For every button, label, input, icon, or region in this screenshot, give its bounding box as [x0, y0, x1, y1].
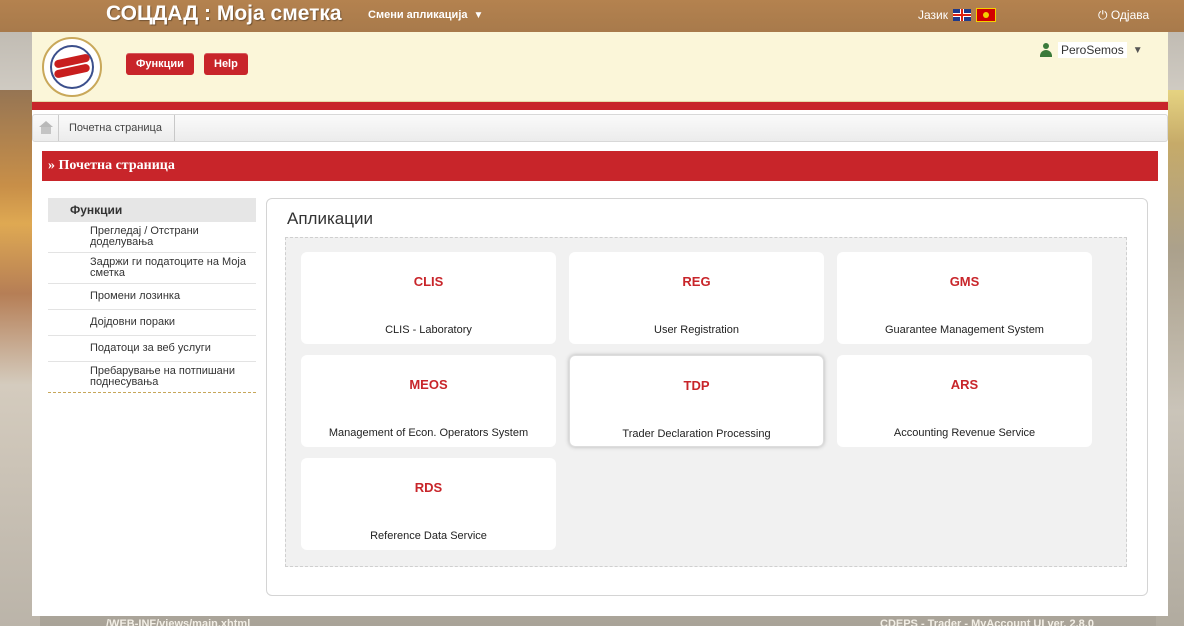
footer-view-path: /WEB-INF/views/main.xhtml: [106, 618, 251, 626]
logout-label: Одјава: [1110, 8, 1150, 22]
app-code: MEOS: [409, 377, 448, 392]
app-name: User Registration: [654, 324, 739, 336]
functions-button[interactable]: Функции: [126, 53, 194, 75]
applications-grid: CLIS CLIS - Laboratory REG User Registra…: [285, 237, 1127, 567]
sidebar-item-change-password[interactable]: Промени лозинка: [48, 284, 256, 310]
uk-flag-icon[interactable]: [953, 9, 971, 21]
app-code: CLIS: [413, 274, 444, 289]
caret-down-icon: ▼: [473, 10, 484, 21]
help-button[interactable]: Help: [204, 53, 248, 75]
page-title: » Почетна страница: [42, 151, 1158, 181]
app-card-rds[interactable]: RDS Reference Data Service: [301, 458, 556, 550]
header-panel: Функции Help PeroSemos ▼: [32, 32, 1168, 102]
app-card-meos[interactable]: MEOS Management of Econ. Operators Syste…: [301, 355, 556, 447]
macedonia-flag-icon[interactable]: [976, 8, 996, 22]
app-name: Trader Declaration Processing: [622, 428, 771, 440]
app-card-clis[interactable]: CLIS CLIS - Laboratory: [301, 252, 556, 344]
app-title: СОЦДАД : Моја сметка: [106, 2, 342, 25]
functions-sidebar: Функции Прегледај / Отстрани доделувања …: [48, 198, 256, 393]
sidebar-item-view-remove-assignments[interactable]: Прегледај / Отстрани доделувања: [48, 222, 256, 253]
switch-application-menu[interactable]: Смени апликација ▼: [368, 9, 483, 21]
app-card-tdp[interactable]: TDP Trader Declaration Processing: [569, 355, 824, 447]
main-content: Почетна страница » Почетна страница Функ…: [32, 110, 1168, 616]
sidebar-item-keep-account-data[interactable]: Задржи ги податоците на Моја сметка: [48, 253, 256, 284]
sidebar-item-inbox[interactable]: Дојдовни пораки: [48, 310, 256, 336]
breadcrumb-item-home[interactable]: Почетна страница: [59, 115, 175, 141]
footer-version: CDEPS - Trader - MyAccount UI ver. 2.8.0: [880, 618, 1094, 626]
app-code: TDP: [683, 378, 710, 393]
sidebar-list: Прегледај / Отстрани доделувања Задржи г…: [48, 222, 256, 393]
caret-down-icon: ▼: [1132, 44, 1143, 56]
user-menu[interactable]: PeroSemos ▼: [1040, 42, 1143, 58]
app-name: CLIS - Laboratory: [385, 324, 472, 336]
sidebar-title: Функции: [48, 198, 256, 222]
applications-title: Апликации: [287, 209, 373, 228]
sidebar-item-web-services[interactable]: Податоци за веб услуги: [48, 336, 256, 362]
app-code: GMS: [949, 274, 980, 289]
app-code: RDS: [414, 480, 443, 495]
app-name: Guarantee Management System: [885, 324, 1044, 336]
app-name: Management of Econ. Operators System: [328, 427, 529, 439]
app-name: Reference Data Service: [370, 530, 487, 542]
language-label: Јазик: [918, 8, 948, 22]
home-icon[interactable]: [33, 115, 59, 141]
app-code: REG: [682, 274, 711, 289]
sidebar-item-search-signed-submissions[interactable]: Пребарување на потпишани поднесувања: [48, 362, 256, 392]
power-icon: ⏻: [1098, 8, 1108, 22]
logout-link[interactable]: ⏻ Одјава: [1098, 8, 1149, 23]
app-card-ars[interactable]: ARS Accounting Revenue Service: [837, 355, 1092, 447]
app-card-reg[interactable]: REG User Registration: [569, 252, 824, 344]
header-divider: [32, 102, 1168, 110]
breadcrumb: Почетна страница: [32, 114, 1168, 142]
user-icon: [1040, 43, 1052, 57]
app-card-gms[interactable]: GMS Guarantee Management System: [837, 252, 1092, 344]
top-bar: СОЦДАД : Моја сметка Смени апликација ▼ Ј…: [0, 0, 1184, 32]
language-selector: Јазик: [918, 8, 996, 22]
switch-application-label: Смени апликација: [368, 9, 468, 21]
user-name: PeroSemos: [1058, 42, 1127, 58]
app-code: ARS: [950, 377, 979, 392]
customs-logo: [42, 37, 102, 97]
app-name: Accounting Revenue Service: [893, 427, 1036, 439]
applications-panel: Апликации CLIS CLIS - Laboratory REG Use…: [266, 198, 1148, 596]
